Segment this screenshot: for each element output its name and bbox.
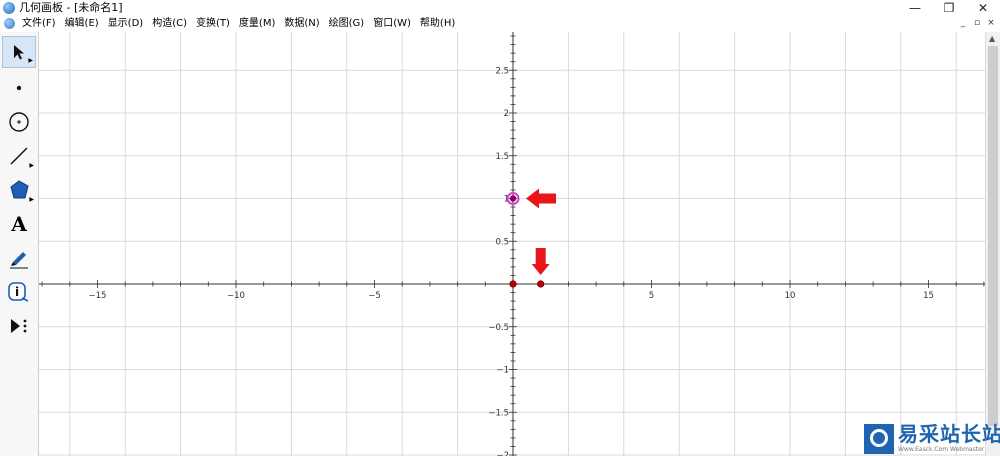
menu-help[interactable]: 帮助(H) [420,16,455,32]
x-tick-label: 10 [785,291,796,301]
menu-window[interactable]: 窗口(W) [373,16,411,32]
menu-file[interactable]: 文件(F) [22,16,56,32]
text-a-icon: A [11,212,27,236]
red-left-arrow-icon [526,188,556,209]
play-custom-icon [11,319,27,333]
toolbox: ▶ ▶ ▶ A i [0,32,39,456]
y-tick-label: −2 [496,451,509,456]
minimize-button[interactable]: — [898,0,932,16]
x-tick-label: −5 [368,291,381,301]
scroll-thumb[interactable] [988,46,998,426]
red-down-arrow-icon [531,248,550,275]
document-icon[interactable] [4,18,15,29]
x-tick-label: −10 [227,291,245,301]
x-tick-label: −15 [89,291,107,301]
y-tick-label: −1.5 [488,408,509,418]
watermark-subtext: Www.Easck.Com Webmaster [898,446,985,453]
y-tick-label: 1.5 [495,152,509,162]
circle-icon [9,112,29,132]
y-tick-label: 0.5 [495,237,509,247]
unit-point[interactable] [537,280,545,288]
watermark-text: 易采站长站 [898,422,1000,446]
point-icon [16,85,22,91]
sketch-canvas[interactable]: −15 −10 −5 5 10 15 2.5 2 1.5 1 0.5 −0.5 −1 −1.5 −2 [39,32,985,456]
info-icon: i [8,282,29,302]
menu-transform[interactable]: 变换(T) [196,16,230,32]
title-bar: 几何画板 - [未命名1] — ❐ ✕ [0,0,1000,16]
window-title: 几何画板 - [未命名1] [19,1,123,14]
doc-restore-button[interactable]: ▫ [971,17,983,29]
menu-measure[interactable]: 度量(M) [239,16,275,32]
y-tick-label: 2 [504,109,509,119]
sketchpad-app-icon [3,2,15,14]
doc-close-button[interactable]: × [985,17,997,29]
y-tick-label: 2.5 [495,66,509,76]
segment-icon [10,147,28,165]
polygon-tool[interactable]: ▶ [2,174,36,206]
menu-display[interactable]: 显示(D) [108,16,144,32]
information-tool[interactable]: i [2,276,36,308]
selected-point[interactable] [509,195,517,202]
origin-point[interactable] [509,280,517,288]
menu-items: 文件(F) 编辑(E) 显示(D) 构造(C) 变换(T) 度量(M) 数据(N… [22,16,464,32]
x-tick-label: 15 [923,291,934,301]
x-tick-label: 5 [649,291,654,301]
y-tick-label: −1 [496,366,509,376]
coordinate-graph[interactable]: −15 −10 −5 5 10 152.521.510.5−0.5−1−1.5−2 [39,32,985,456]
y-tick-label: −0.5 [488,323,509,333]
arrow-pointer-icon [14,45,24,60]
text-tool[interactable]: A [2,208,36,240]
menu-data[interactable]: 数据(N) [284,16,319,32]
custom-tool[interactable] [2,310,36,342]
arrow-select-tool[interactable]: ▶ [2,36,36,68]
point-tool[interactable] [2,72,36,104]
compass-tool[interactable] [2,106,36,138]
menu-edit[interactable]: 编辑(E) [65,16,99,32]
doc-minimize-button[interactable]: _ [957,17,969,29]
menu-graph[interactable]: 绘图(G) [329,16,365,32]
easck-logo-icon [864,424,894,454]
close-button[interactable]: ✕ [966,0,1000,16]
pentagon-icon [10,180,29,199]
menu-construct[interactable]: 构造(C) [152,16,187,32]
straightedge-tool[interactable]: ▶ [2,140,36,172]
marker-tool[interactable] [2,242,36,274]
scroll-up-arrow-icon[interactable]: ▲ [989,34,995,43]
restore-button[interactable]: ❐ [932,0,966,16]
info-glyph: i [15,285,19,299]
marker-pen-icon [10,252,28,269]
site-watermark: 易采站长站 Www.Easck.Com Webmaster [864,422,1000,456]
vertical-scrollbar[interactable]: ▲ [985,32,1000,456]
menu-bar: 文件(F) 编辑(E) 显示(D) 构造(C) 变换(T) 度量(M) 数据(N… [0,16,1000,32]
